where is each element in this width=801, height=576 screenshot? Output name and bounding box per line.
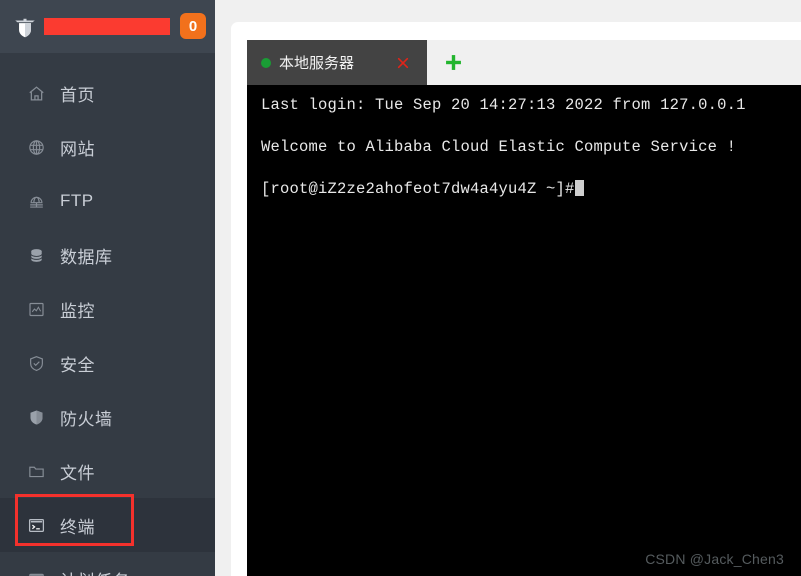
terminal-cursor [574,180,584,196]
terminal-output-area[interactable]: Last login: Tue Sep 20 14:27:13 2022 fro… [247,85,801,576]
sidebar-item-terminal[interactable]: 终端 [0,498,215,552]
sidebar-item-label: 文件 [60,463,95,483]
sidebar-item-label: 安全 [60,355,95,375]
shield-check-icon [30,355,43,371]
sidebar-item-security[interactable]: 安全 [0,336,215,390]
terminal-line: Welcome to Alibaba Cloud Elastic Compute… [261,138,737,156]
folder-icon [29,466,44,477]
calendar-icon [29,573,44,576]
home-icon [29,85,44,100]
sidebar-item-files[interactable]: 文件 [0,444,215,498]
sidebar-item-label: 网站 [60,139,95,159]
sidebar-item-label: 终端 [60,517,95,537]
monitor-chart-icon [29,302,44,316]
sidebar-item-label: FTP [60,191,94,210]
watermark-text: CSDN @Jack_Chen3 [645,551,784,567]
add-terminal-tab-button[interactable] [427,40,479,85]
shield-logo-icon [15,18,35,37]
sidebar-item-label: 计划任务 [60,567,130,576]
globe-icon [29,139,44,155]
sidebar-item-firewall[interactable]: 防火墙 [0,390,215,444]
shield-solid-icon [30,410,43,425]
sidebar-item-label: 监控 [60,301,95,321]
terminal-prompt-text: [root@iZ2ze2ahofeot7dw4a4yu4Z ~]# [261,180,575,198]
ftp-server-icon [30,196,43,208]
sidebar: 0 首页 网站 FTP 数据库 监控 安全 防火墙 文件 终端 [0,0,215,576]
sidebar-item-label: 首页 [60,85,95,105]
sidebar-item-monitor[interactable]: 监控 [0,282,215,336]
sidebar-item-label: 防火墙 [60,409,113,429]
close-icon[interactable] [395,55,411,71]
terminal-tab-label: 本地服务器 [279,55,355,72]
sidebar-nav: 首页 网站 FTP 数据库 监控 安全 防火墙 文件 终端 [0,53,215,576]
terminal-icon [28,518,45,532]
sidebar-item-website[interactable]: 网站 [0,120,215,174]
plus-icon [445,55,461,70]
database-icon [30,248,43,262]
app-root: 0 首页 网站 FTP 数据库 监控 安全 防火墙 文件 终端 本地服务器 La… [0,0,801,576]
terminal-tab-strip: 本地服务器 [247,40,801,85]
terminal-tab-local-server[interactable]: 本地服务器 [247,40,427,85]
redacted-site-name [44,18,170,35]
terminal-line: Last login: Tue Sep 20 14:27:13 2022 fro… [261,96,746,114]
sidebar-item-scheduled-tasks[interactable]: 计划任务 [0,552,215,576]
terminal-prompt-line: [root@iZ2ze2ahofeot7dw4a4yu4Z ~]# [261,180,584,198]
sidebar-item-ftp[interactable]: FTP [0,174,215,228]
sidebar-item-label: 数据库 [60,247,113,267]
sidebar-item-home[interactable]: 首页 [0,66,215,120]
connection-status-dot [261,57,271,68]
sidebar-header: 0 [0,0,215,53]
notification-count-badge[interactable]: 0 [180,13,206,39]
sidebar-item-database[interactable]: 数据库 [0,228,215,282]
